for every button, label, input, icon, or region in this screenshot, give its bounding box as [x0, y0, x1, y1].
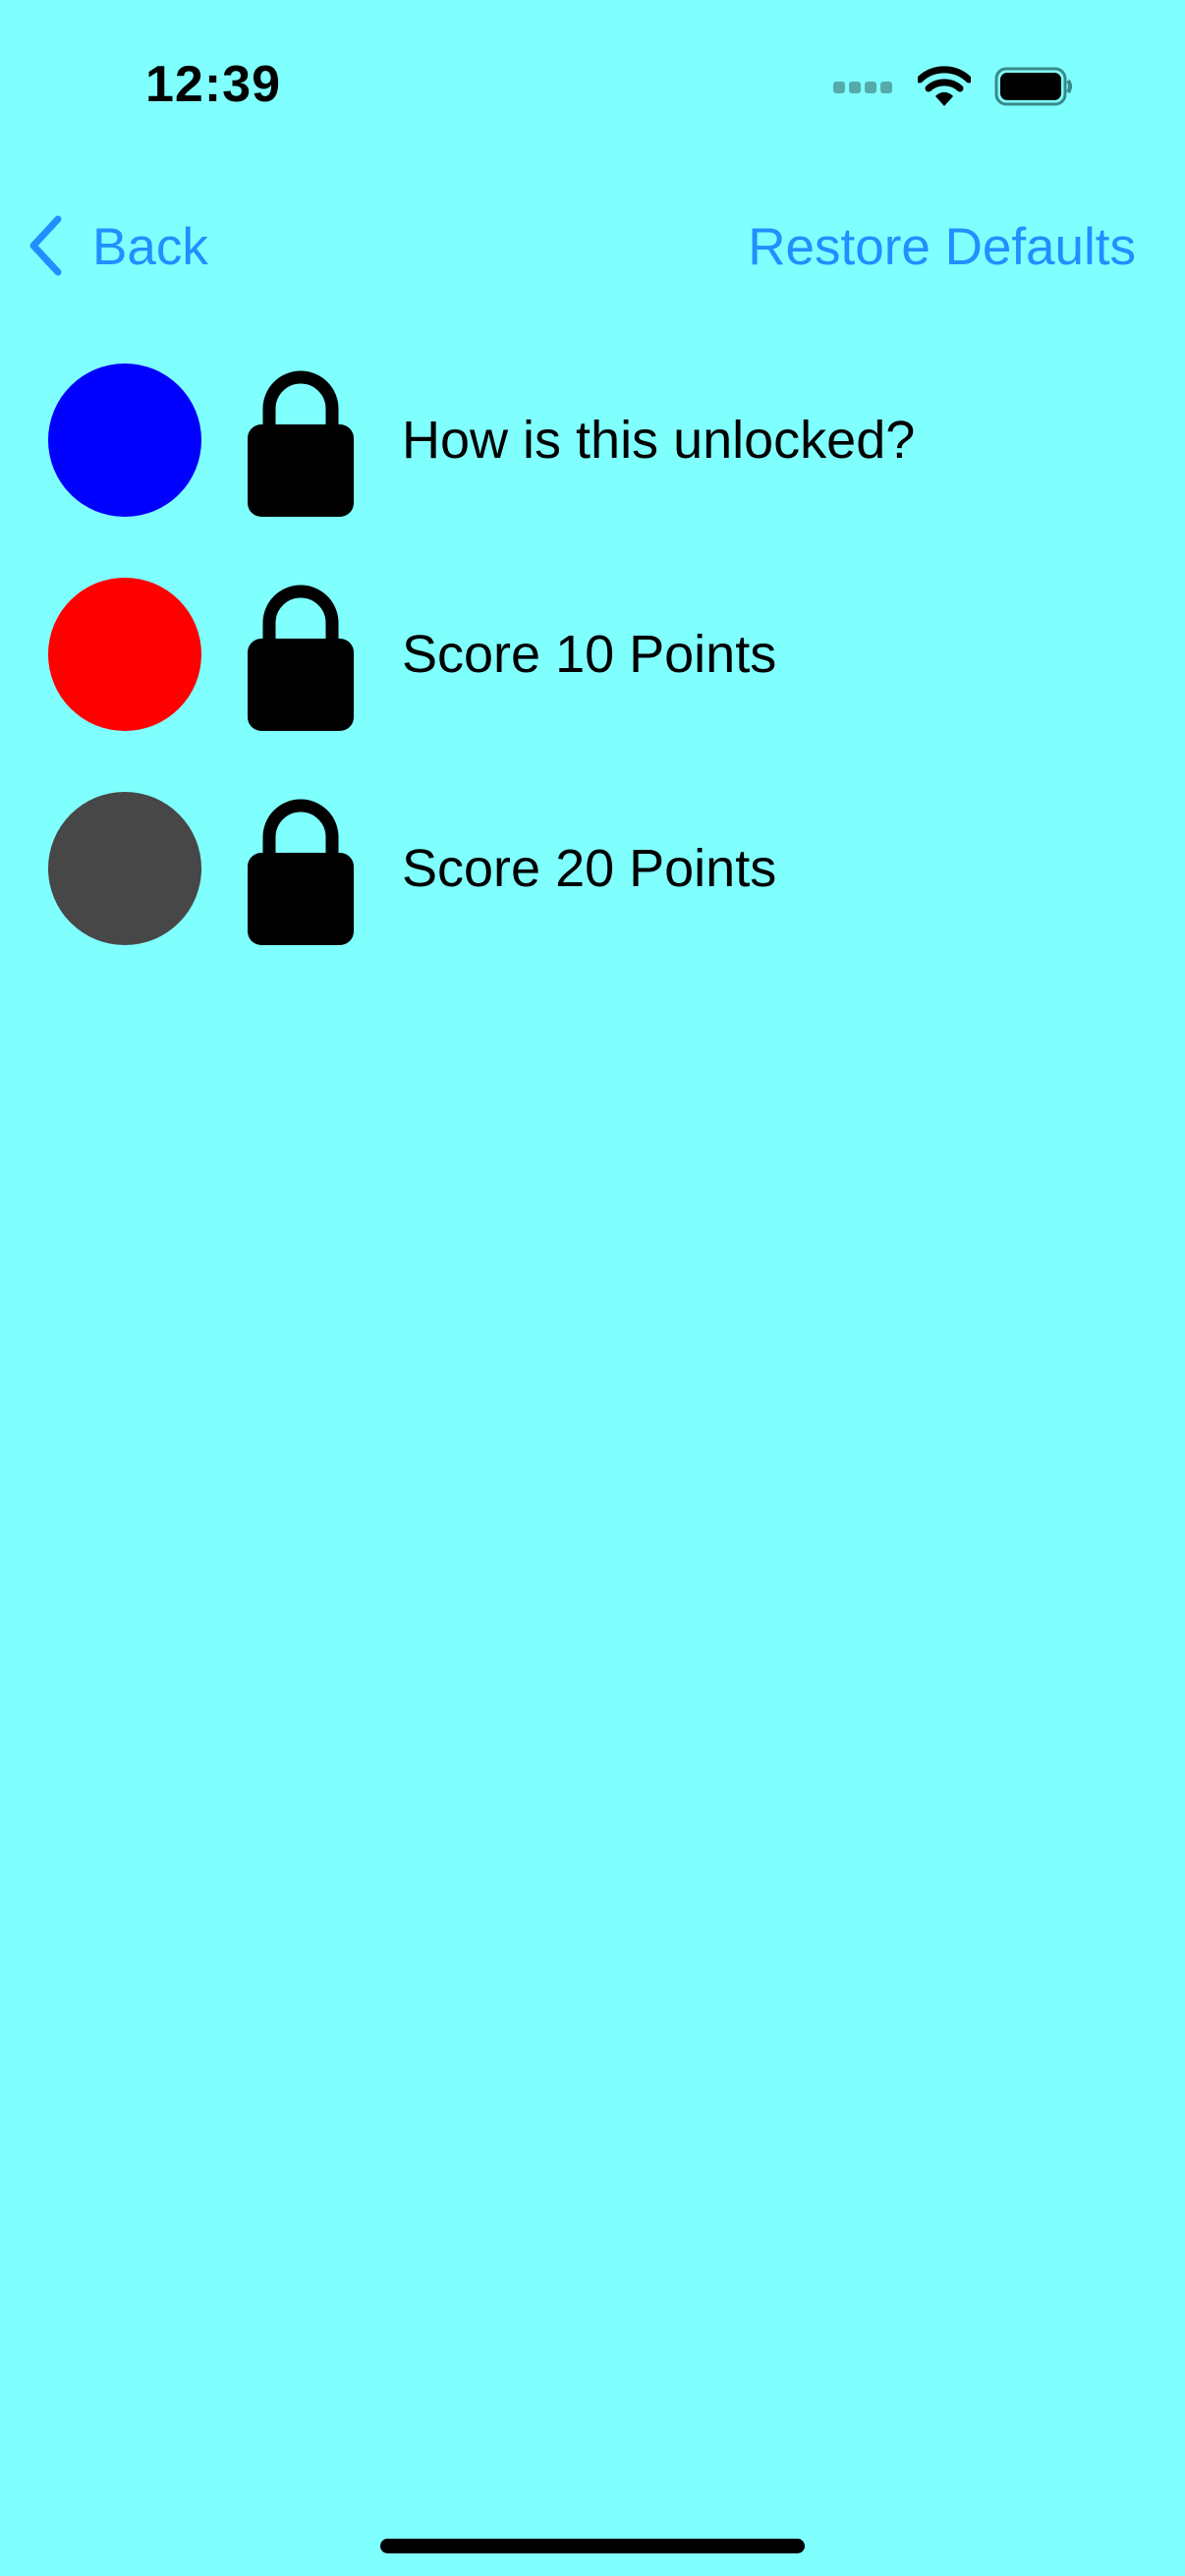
list-item[interactable]: Score 10 Points — [0, 576, 1185, 790]
signal-icon — [833, 79, 894, 94]
status-icons — [833, 63, 1073, 110]
item-label: Score 20 Points — [402, 839, 777, 898]
color-swatch — [48, 792, 201, 945]
lock-icon — [246, 790, 356, 947]
restore-defaults-button[interactable]: Restore Defaults — [748, 210, 1136, 285]
home-indicator — [380, 2539, 805, 2553]
lock-icon — [246, 362, 356, 519]
color-swatch — [48, 578, 201, 731]
item-label: How is this unlocked? — [402, 411, 916, 470]
lock-icon — [246, 576, 356, 733]
back-button[interactable]: Back — [26, 210, 208, 285]
back-label: Back — [92, 218, 208, 276]
color-swatch — [48, 364, 201, 517]
wifi-icon — [918, 66, 971, 107]
item-label: Score 10 Points — [402, 625, 777, 684]
list-item[interactable]: How is this unlocked? — [0, 362, 1185, 576]
status-time: 12:39 — [145, 56, 281, 113]
list-item[interactable]: Score 20 Points — [0, 790, 1185, 1004]
chevron-left-icon — [26, 215, 65, 281]
battery-icon — [994, 67, 1073, 106]
unlock-list: How is this unlocked? Score 10 Points Sc… — [0, 362, 1185, 1004]
